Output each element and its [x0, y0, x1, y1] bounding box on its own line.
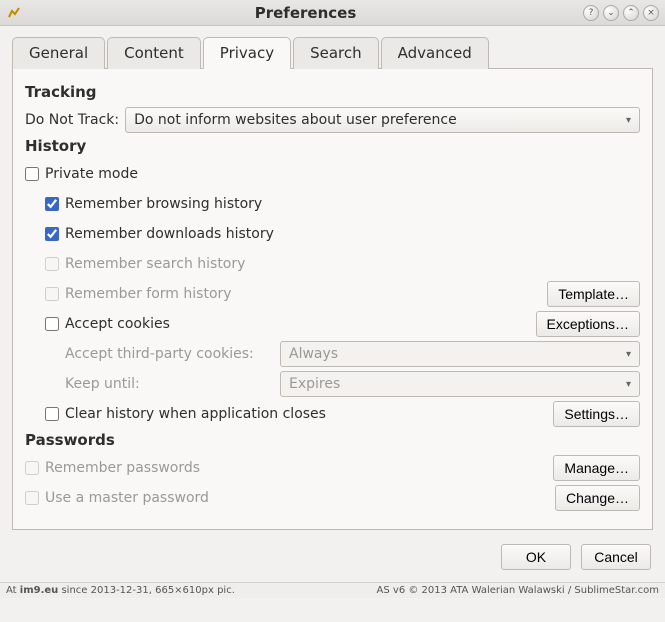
keep-until-dropdown: Expires — [280, 371, 640, 397]
remember-search-checkbox — [45, 257, 59, 271]
clear-on-close-checkbox[interactable] — [45, 407, 59, 421]
footer: At im9.eu since 2013-12-31, 665×610px pi… — [0, 582, 665, 598]
dnt-value: Do not inform websites about user prefer… — [134, 112, 457, 128]
history-heading: History — [25, 137, 640, 155]
remember-form-checkbox — [45, 287, 59, 301]
help-icon[interactable]: ? — [583, 5, 599, 21]
manage-button[interactable]: Manage… — [553, 455, 640, 481]
minimize-icon[interactable]: ⌄ — [603, 5, 619, 21]
third-party-value: Always — [289, 346, 338, 362]
master-password-label: Use a master password — [45, 490, 209, 506]
remember-browsing-label: Remember browsing history — [65, 196, 262, 212]
master-password-checkbox — [25, 491, 39, 505]
remember-search-label: Remember search history — [65, 256, 245, 272]
tab-general[interactable]: General — [12, 37, 105, 69]
titlebar: Preferences ? ⌄ ⌃ × — [0, 0, 665, 26]
tab-content[interactable]: Content — [107, 37, 201, 69]
app-icon — [6, 5, 22, 21]
keep-until-value: Expires — [289, 376, 340, 392]
private-mode-checkbox[interactable] — [25, 167, 39, 181]
dnt-dropdown[interactable]: Do not inform websites about user prefer… — [125, 107, 640, 133]
private-mode-label: Private mode — [45, 166, 138, 182]
third-party-label: Accept third-party cookies: — [65, 346, 280, 362]
third-party-dropdown: Always — [280, 341, 640, 367]
footer-right: AS v6 © 2013 ATA Walerian Walawski / Sub… — [377, 585, 659, 596]
tracking-heading: Tracking — [25, 83, 640, 101]
cancel-button[interactable]: Cancel — [581, 544, 651, 570]
template-button[interactable]: Template… — [547, 281, 640, 307]
window-title: Preferences — [28, 4, 583, 22]
tab-search[interactable]: Search — [293, 37, 379, 69]
tab-privacy[interactable]: Privacy — [203, 37, 291, 69]
accept-cookies-label: Accept cookies — [65, 316, 170, 332]
ok-button[interactable]: OK — [501, 544, 571, 570]
maximize-icon[interactable]: ⌃ — [623, 5, 639, 21]
dnt-label: Do Not Track: — [25, 112, 119, 128]
tab-advanced[interactable]: Advanced — [381, 37, 489, 69]
tab-panel: Tracking Do Not Track: Do not inform web… — [12, 69, 653, 530]
remember-passwords-label: Remember passwords — [45, 460, 200, 476]
settings-button[interactable]: Settings… — [553, 401, 640, 427]
exceptions-button[interactable]: Exceptions… — [536, 311, 640, 337]
keep-until-label: Keep until: — [65, 376, 280, 392]
change-button[interactable]: Change… — [555, 485, 640, 511]
remember-passwords-checkbox — [25, 461, 39, 475]
remember-form-label: Remember form history — [65, 286, 232, 302]
remember-downloads-checkbox[interactable] — [45, 227, 59, 241]
remember-downloads-label: Remember downloads history — [65, 226, 274, 242]
close-icon[interactable]: × — [643, 5, 659, 21]
dialog-buttons: OK Cancel — [0, 534, 665, 582]
passwords-heading: Passwords — [25, 431, 640, 449]
remember-browsing-checkbox[interactable] — [45, 197, 59, 211]
accept-cookies-checkbox[interactable] — [45, 317, 59, 331]
footer-left: At im9.eu since 2013-12-31, 665×610px pi… — [6, 585, 235, 596]
clear-on-close-label: Clear history when application closes — [65, 406, 326, 422]
tab-bar: General Content Privacy Search Advanced — [12, 36, 653, 69]
